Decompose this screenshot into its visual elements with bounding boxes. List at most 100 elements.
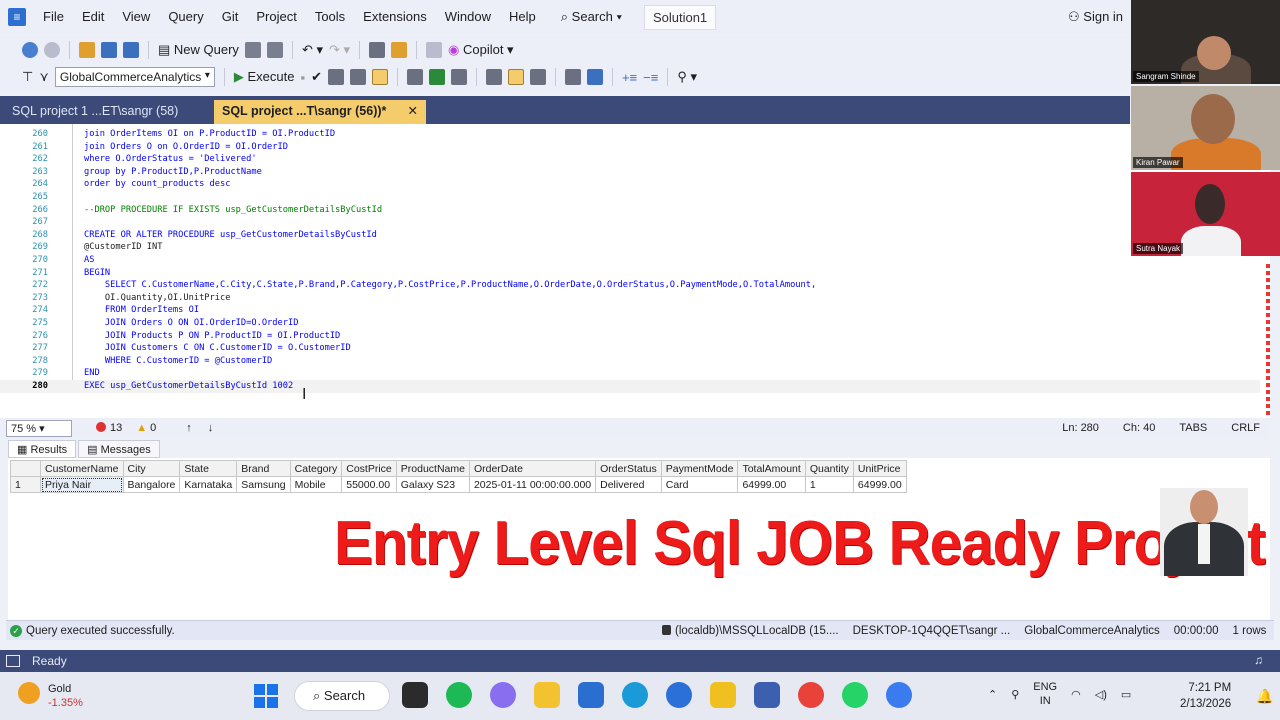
open-folder-icon[interactable] (79, 42, 95, 58)
column-header[interactable]: Brand (236, 460, 291, 477)
grid-cell[interactable]: Mobile (289, 476, 343, 493)
menu-window[interactable]: Window (436, 0, 500, 34)
power-bi-icon[interactable] (710, 682, 736, 708)
display-plan-icon[interactable] (327, 69, 344, 85)
include-plan-icon[interactable] (428, 69, 445, 85)
code-line[interactable]: 273 OI.Quantity,OI.UnitPrice (0, 292, 1260, 305)
copilot-button[interactable]: ◉ Copilot ▾ (448, 42, 514, 58)
code-line[interactable]: 275 JOIN Orders O ON OI.OrderID=O.OrderI… (0, 317, 1260, 330)
column-header[interactable]: State (179, 460, 238, 477)
search-button[interactable]: ⌕ Search ▾ (553, 9, 630, 25)
menu-query[interactable]: Query (159, 0, 212, 34)
save-all-icon[interactable] (123, 42, 139, 58)
menu-git[interactable]: Git (213, 0, 248, 34)
sign-in-link[interactable]: ⚇ Sign in (1068, 0, 1123, 34)
arrow-up-icon[interactable]: ↑ (186, 422, 192, 434)
grid-cell[interactable]: 1 (804, 476, 854, 493)
column-header[interactable]: Quantity (804, 460, 854, 477)
code-line[interactable]: 266 --DROP PROCEDURE IF EXISTS usp_GetCus… (0, 204, 1260, 217)
redo-icon[interactable]: ↷ ▾ (329, 42, 350, 58)
edge-icon[interactable] (622, 682, 648, 708)
code-line[interactable]: 262 where O.OrderStatus = 'Delivered' (0, 153, 1260, 166)
client-statistics-icon[interactable] (450, 69, 467, 85)
code-line[interactable]: 270 AS (0, 254, 1260, 267)
results-to-file-icon[interactable] (529, 69, 546, 85)
code-line[interactable]: 272 SELECT C.CustomerName,C.City,C.State… (0, 279, 1260, 292)
copilot-app-icon[interactable] (490, 682, 516, 708)
ssms-taskbar-icon[interactable] (754, 682, 780, 708)
code-line[interactable]: 261 join Orders O on O.OrderID = OI.Order… (0, 141, 1260, 154)
code-line[interactable]: 274 FROM OrderItems OI (0, 304, 1260, 317)
code-line[interactable]: 279 END (0, 367, 1260, 380)
menu-edit[interactable]: Edit (73, 0, 113, 34)
menu-file[interactable]: File (34, 0, 73, 34)
forward-icon[interactable] (44, 42, 60, 58)
column-header[interactable]: PaymentMode (660, 460, 739, 477)
pin-icon[interactable]: ⊤ (22, 69, 33, 85)
tab-messages[interactable]: ▤ Messages (78, 440, 160, 458)
line-ending[interactable]: CRLF (1231, 422, 1260, 434)
column-header[interactable]: UnitPrice (852, 460, 907, 477)
analysis-query-icon[interactable] (266, 42, 283, 58)
column-header[interactable]: CostPrice (341, 460, 397, 477)
row-number[interactable]: 1 (10, 476, 41, 493)
taskbar-search[interactable]: ⌕ Search (294, 681, 390, 711)
wifi-icon[interactable]: ◠ (1071, 688, 1081, 701)
code-line[interactable]: 260 join OrderItems OI on P.ProductID = O… (0, 128, 1260, 141)
uncomment-icon[interactable] (586, 69, 603, 85)
column-header[interactable]: City (122, 460, 181, 477)
notification-bell-icon[interactable]: ♫ (1254, 653, 1263, 667)
column-header[interactable]: ProductName (395, 460, 470, 477)
battery-icon[interactable]: ▭ (1121, 688, 1131, 701)
bluetooth-icon[interactable]: ⚲ (1011, 688, 1019, 701)
increase-indent-icon[interactable]: +≡ (622, 70, 637, 85)
query-options-icon[interactable] (349, 69, 366, 85)
weather-widget[interactable]: Gold -1.35% (18, 682, 83, 710)
stop-icon[interactable]: ▪ (300, 70, 305, 85)
decrease-indent-icon[interactable]: −≡ (643, 70, 658, 85)
grid-cell[interactable]: Priya Nair (40, 476, 124, 493)
menu-extensions[interactable]: Extensions (354, 0, 436, 34)
undo-icon[interactable]: ↶ ▾ (302, 42, 323, 58)
code-line[interactable]: 278 WHERE C.CustomerID = @CustomerID (0, 355, 1260, 368)
grid-cell[interactable]: 55000.00 (341, 476, 397, 493)
column-header[interactable]: CustomerName (40, 460, 124, 477)
clock[interactable]: 7:21 PM 2/13/2026 (1180, 680, 1231, 712)
chrome-icon[interactable] (798, 682, 824, 708)
column-header[interactable]: OrderDate (468, 460, 597, 477)
volume-icon[interactable]: ◁) (1095, 688, 1107, 701)
corner-cell[interactable] (10, 460, 41, 477)
results-to-text-icon[interactable] (485, 69, 502, 85)
code-line[interactable]: 267 (0, 216, 1260, 229)
specify-values-icon[interactable]: ⚲ ▾ (677, 69, 697, 85)
participant-video[interactable]: Sangram Shinde (1131, 0, 1280, 84)
execute-button[interactable]: ▶ Execute (234, 69, 295, 85)
code-line[interactable]: 280 EXEC usp_GetCustomerDetailsByCustId 1… (0, 380, 1260, 393)
output-window-icon[interactable] (6, 655, 20, 667)
comment-icon[interactable] (564, 69, 581, 85)
grid-cell[interactable]: Samsung (236, 476, 291, 493)
new-query-button[interactable]: ▤ New Query (158, 42, 239, 58)
whatsapp-icon[interactable] (842, 682, 868, 708)
task-view-icon[interactable] (402, 682, 428, 708)
indent-mode[interactable]: TABS (1179, 422, 1207, 434)
code-line[interactable]: 276 JOIN Products P ON P.ProductID = OI.… (0, 330, 1260, 343)
zoom-icon[interactable] (886, 682, 912, 708)
results-to-grid-icon[interactable] (371, 69, 388, 85)
close-tab-icon[interactable]: ✕ (408, 103, 418, 118)
language-indicator[interactable]: ENG IN (1033, 680, 1057, 708)
database-selector[interactable]: GlobalCommerceAnalytics (54, 67, 215, 87)
code-line[interactable]: 264 order by count_products desc (0, 178, 1260, 191)
help-icon[interactable] (666, 682, 692, 708)
participant-video[interactable]: Kiran Pawar (1131, 86, 1280, 170)
grid-cell[interactable]: Delivered (595, 476, 662, 493)
error-count[interactable]: 13 (96, 422, 122, 434)
start-button-icon[interactable] (254, 684, 278, 708)
menu-project[interactable]: Project (247, 0, 305, 34)
grid-cell[interactable]: Karnataka (179, 476, 238, 493)
grid-cell[interactable]: 64999.00 (852, 476, 907, 493)
arrow-down-icon[interactable]: ↓ (208, 422, 214, 434)
save-icon[interactable] (101, 42, 117, 58)
menu-tools[interactable]: Tools (306, 0, 354, 34)
database-query-icon[interactable] (244, 42, 261, 58)
